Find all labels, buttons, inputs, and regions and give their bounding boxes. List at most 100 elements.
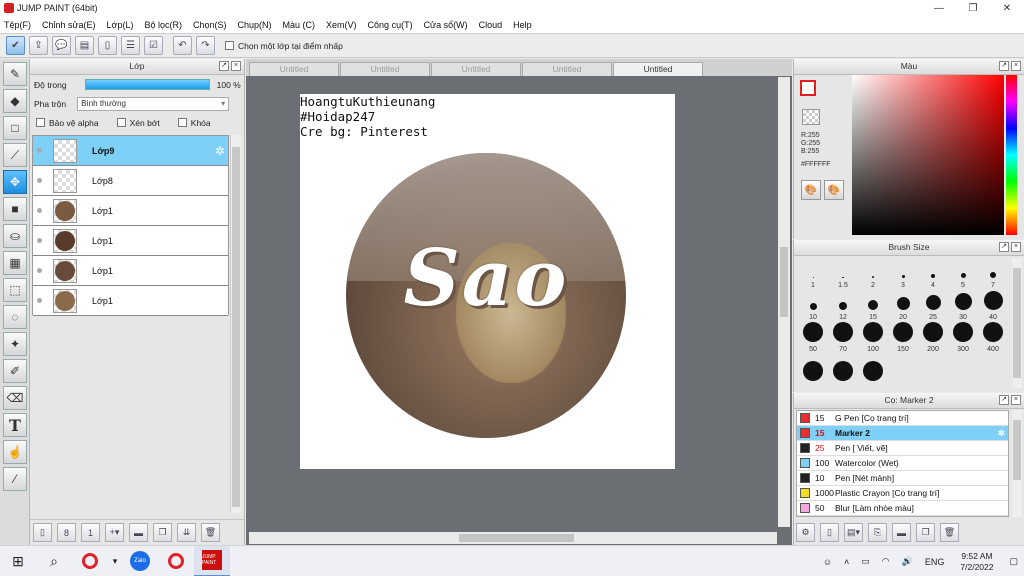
opera-icon[interactable] xyxy=(72,546,108,576)
menu-tools[interactable]: Công cụ(T) xyxy=(368,20,413,30)
export-icon[interactable]: ⇪ xyxy=(29,36,48,55)
brush-size-cell[interactable]: 70 xyxy=(828,322,858,354)
undo-icon[interactable]: ↶ xyxy=(173,36,192,55)
brush-size-cell[interactable]: 1.5 xyxy=(828,258,858,290)
trash-icon[interactable]: 🗑 xyxy=(201,523,220,542)
move-tool-icon[interactable]: ✥ xyxy=(3,170,27,194)
lock-checkbox[interactable] xyxy=(177,118,187,127)
brush-size-cell[interactable]: 40 xyxy=(978,290,1008,322)
brush-size-cell[interactable]: 2 xyxy=(858,258,888,290)
layer-row[interactable]: Lớp8 xyxy=(33,166,228,196)
menu-capture[interactable]: Chụp(N) xyxy=(238,20,272,30)
opera-gx-icon[interactable] xyxy=(158,546,194,576)
brush-scrollbar[interactable] xyxy=(1012,258,1022,388)
menu-window[interactable]: Cửa sổ(W) xyxy=(424,20,468,30)
brush-preset-item[interactable]: 15 G Pen [Cọ trang trí] xyxy=(797,411,1008,426)
menu-filter[interactable]: Bộ lọc(R) xyxy=(144,20,182,30)
protect-alpha-checkbox[interactable] xyxy=(36,118,45,127)
checklist-icon[interactable]: ☑ xyxy=(144,36,163,55)
brush-size-cell[interactable]: 5 xyxy=(948,258,978,290)
panel-close-icon[interactable]: × xyxy=(1011,61,1021,71)
brush-size-cell[interactable]: 3 xyxy=(888,258,918,290)
brush-tool-icon[interactable]: ✎ xyxy=(3,62,27,86)
visibility-icon[interactable] xyxy=(37,148,42,153)
layer-row[interactable]: Lớp1 xyxy=(33,286,228,316)
layer-row[interactable]: Lớp1 xyxy=(33,196,228,226)
canvas-vertical-scrollbar[interactable] xyxy=(778,77,790,527)
popout-icon[interactable]: ↗ xyxy=(219,61,229,71)
tab-untitled[interactable]: Untitled xyxy=(249,62,339,76)
new-layer-1bit-icon[interactable]: 1 xyxy=(81,523,100,542)
tray-chevron-icon[interactable]: ˄ xyxy=(844,557,849,567)
brush-size-cell[interactable]: 15 xyxy=(858,290,888,322)
brush-size-cell[interactable]: 300 xyxy=(948,322,978,354)
panel-close-icon[interactable]: × xyxy=(1011,242,1021,252)
folder-icon[interactable]: ▬ xyxy=(892,523,911,542)
gradient-tool-icon[interactable]: ▦ xyxy=(3,251,27,275)
popout-icon[interactable]: ↗ xyxy=(999,61,1009,71)
palette-edit-icon[interactable]: 🎨 xyxy=(824,180,844,200)
layer-row[interactable]: Lớp1 xyxy=(33,226,228,256)
lasso-select-icon[interactable]: ◌ xyxy=(3,305,27,329)
blend-mode-select[interactable]: Bình thường xyxy=(77,96,230,111)
visibility-icon[interactable] xyxy=(37,178,42,183)
duplicate-icon[interactable]: ❐ xyxy=(916,523,935,542)
brush-size-cell[interactable]: 12 xyxy=(828,290,858,322)
brush-size-cell[interactable]: 4 xyxy=(918,258,948,290)
brush-size-cell[interactable]: 25 xyxy=(918,290,948,322)
foreground-color-swatch[interactable] xyxy=(800,80,816,96)
saturation-value-picker[interactable] xyxy=(852,75,1004,235)
brush-size-cell[interactable] xyxy=(858,354,888,386)
text-box-icon[interactable]: ▤ xyxy=(75,36,94,55)
gear-icon[interactable]: ✲ xyxy=(215,144,225,158)
zalo-icon[interactable]: Zalo xyxy=(122,546,158,576)
menu-cloud[interactable]: Cloud xyxy=(479,20,503,30)
maximize-button[interactable]: ❐ xyxy=(956,0,990,16)
brush-size-cell[interactable]: 10 xyxy=(798,290,828,322)
brush-size-cell[interactable]: 1 xyxy=(798,258,828,290)
brush-settings-icon[interactable]: ⚙ xyxy=(796,523,815,542)
drawing-canvas[interactable]: HoangtuKuthieunang #Hoidap247 Cre bg: Pi… xyxy=(300,94,675,469)
brush-preset-item[interactable]: 100 Watercolor (Wet) xyxy=(797,456,1008,471)
layer-scrollbar[interactable] xyxy=(230,135,241,513)
line-tool-icon[interactable]: ⟋ xyxy=(3,143,27,167)
brush-size-cell[interactable]: 30 xyxy=(948,290,978,322)
visibility-icon[interactable] xyxy=(37,268,42,273)
eraser-tool-icon[interactable]: ◆ xyxy=(3,89,27,113)
brush-size-cell[interactable]: 200 xyxy=(918,322,948,354)
select-pen-icon[interactable]: ✐ xyxy=(3,359,27,383)
tab-untitled[interactable]: Untitled xyxy=(431,62,521,76)
brush-preset-item[interactable]: 10 Pen [Nét mảnh] xyxy=(797,471,1008,486)
select-eraser-icon[interactable]: ⌫ xyxy=(3,386,27,410)
brush-preset-item[interactable]: 1000 Plastic Crayon [Cọ trang trí] xyxy=(797,486,1008,501)
opacity-slider[interactable] xyxy=(84,79,210,90)
redo-icon[interactable]: ↷ xyxy=(196,36,215,55)
minimize-button[interactable]: — xyxy=(922,0,956,16)
tab-untitled[interactable]: Untitled xyxy=(522,62,612,76)
language-indicator[interactable]: ENG xyxy=(925,557,945,567)
layer-list-icon[interactable]: ☰ xyxy=(121,36,140,55)
speech-bubble-icon[interactable]: 💬 xyxy=(52,36,71,55)
menu-layer[interactable]: Lớp(L) xyxy=(107,20,134,30)
text-tool-icon[interactable]: T xyxy=(3,413,27,437)
visibility-icon[interactable] xyxy=(37,238,42,243)
menu-select[interactable]: Chọn(S) xyxy=(193,20,227,30)
hue-slider[interactable] xyxy=(1006,75,1017,235)
close-button[interactable]: ✕ xyxy=(990,0,1024,16)
brush-preset-item[interactable]: 25 Pen [ Viết, vẽ] xyxy=(797,441,1008,456)
brush-size-cell[interactable]: 400 xyxy=(978,322,1008,354)
cloud-sync-icon[interactable]: ✔ xyxy=(6,36,25,55)
popout-icon[interactable]: ↗ xyxy=(999,242,1009,252)
copy-brush-icon[interactable]: ⎘ xyxy=(868,523,887,542)
brush-preset-item[interactable]: 50 Blur [Làm nhòe màu] xyxy=(797,501,1008,516)
visibility-icon[interactable] xyxy=(37,208,42,213)
magic-wand-icon[interactable]: ✦ xyxy=(3,332,27,356)
windows-start-icon[interactable]: ⊞ xyxy=(0,546,36,576)
volume-icon[interactable]: 🔊 xyxy=(902,556,913,567)
menu-edit[interactable]: Chỉnh sửa(E) xyxy=(42,20,96,30)
brush-preset-item[interactable]: 15 Marker 2 ✲ xyxy=(797,426,1008,441)
shape-tool-icon[interactable]: □ xyxy=(3,116,27,140)
tab-untitled[interactable]: Untitled xyxy=(340,62,430,76)
chevron-down-icon[interactable]: ▾ xyxy=(108,546,122,576)
gear-icon[interactable]: ✲ xyxy=(998,428,1005,439)
